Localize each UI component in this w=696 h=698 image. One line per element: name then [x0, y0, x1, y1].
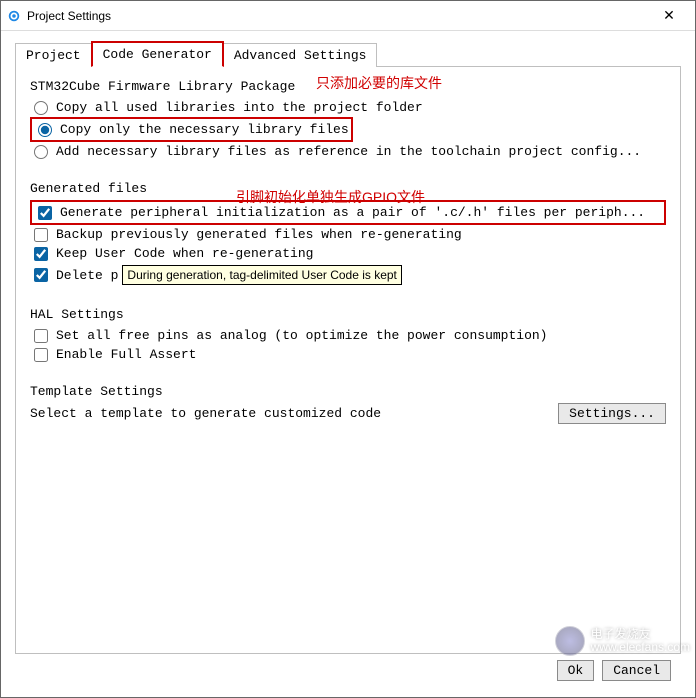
- tooltip-user-code: During generation, tag-delimited User Co…: [122, 265, 401, 285]
- dialog-footer: Ok Cancel: [15, 654, 681, 689]
- group-template-settings: Template Settings Select a template to g…: [30, 382, 666, 424]
- radio-add-reference-label: Add necessary library files as reference…: [56, 144, 641, 159]
- annotation-gpio: 引脚初始化单独生成GPIO文件: [236, 187, 425, 207]
- ok-button[interactable]: Ok: [557, 660, 595, 681]
- template-desc: Select a template to generate customized…: [30, 406, 381, 421]
- check-delete-input[interactable]: [34, 268, 48, 282]
- check-free-pins-analog-input[interactable]: [34, 329, 48, 343]
- radio-copy-necessary[interactable]: Copy only the necessary library files: [34, 120, 349, 139]
- check-full-assert[interactable]: Enable Full Assert: [30, 345, 666, 364]
- check-keep-user-code[interactable]: Keep User Code when re-generating: [30, 244, 666, 263]
- dialog-window: Project Settings ✕ Project Code Generato…: [0, 0, 696, 698]
- check-free-pins-analog[interactable]: Set all free pins as analog (to optimize…: [30, 326, 666, 345]
- annotation-lib: 只添加必要的库文件: [316, 73, 442, 93]
- window-title: Project Settings: [27, 9, 649, 23]
- radio-copy-all-label: Copy all used libraries into the project…: [56, 100, 423, 115]
- radio-copy-necessary-input[interactable]: [38, 123, 52, 137]
- check-generate-pair-label: Generate peripheral initialization as a …: [60, 205, 645, 220]
- check-backup-label: Backup previously generated files when r…: [56, 227, 462, 242]
- check-generate-pair-input[interactable]: [38, 206, 52, 220]
- group-title-template: Template Settings: [30, 384, 666, 399]
- check-full-assert-label: Enable Full Assert: [56, 347, 196, 362]
- cancel-button[interactable]: Cancel: [602, 660, 671, 681]
- template-settings-button[interactable]: Settings...: [558, 403, 666, 424]
- tab-advanced-settings[interactable]: Advanced Settings: [223, 43, 378, 67]
- radio-copy-all[interactable]: Copy all used libraries into the project…: [30, 98, 666, 117]
- check-delete[interactable]: Delete p During generation, tag-delimite…: [30, 263, 666, 287]
- titlebar: Project Settings ✕: [1, 1, 695, 31]
- close-icon: ✕: [663, 7, 675, 24]
- group-hal-settings: HAL Settings Set all free pins as analog…: [30, 305, 666, 364]
- app-icon: [7, 9, 21, 23]
- check-keep-user-code-input[interactable]: [34, 247, 48, 261]
- content-area: Project Code Generator Advanced Settings…: [1, 31, 695, 697]
- check-backup[interactable]: Backup previously generated files when r…: [30, 225, 666, 244]
- tab-code-generator[interactable]: Code Generator: [91, 41, 224, 67]
- check-free-pins-analog-label: Set all free pins as analog (to optimize…: [56, 328, 547, 343]
- radio-copy-necessary-label: Copy only the necessary library files: [60, 122, 349, 137]
- group-title-hal: HAL Settings: [30, 307, 666, 322]
- template-row: Select a template to generate customized…: [30, 403, 666, 424]
- tab-pane: 只添加必要的库文件 STM32Cube Firmware Library Pac…: [15, 66, 681, 654]
- tab-project[interactable]: Project: [15, 43, 92, 67]
- radio-add-reference-input[interactable]: [34, 145, 48, 159]
- check-backup-input[interactable]: [34, 228, 48, 242]
- radio-copy-all-input[interactable]: [34, 101, 48, 115]
- highlight-copy-necessary: Copy only the necessary library files: [30, 117, 353, 142]
- check-keep-user-code-label: Keep User Code when re-generating: [56, 246, 313, 261]
- check-full-assert-input[interactable]: [34, 348, 48, 362]
- close-button[interactable]: ✕: [649, 2, 689, 30]
- tab-strip: Project Code Generator Advanced Settings: [15, 41, 681, 67]
- check-delete-label-prefix: Delete p: [56, 268, 118, 283]
- radio-add-reference[interactable]: Add necessary library files as reference…: [30, 142, 666, 161]
